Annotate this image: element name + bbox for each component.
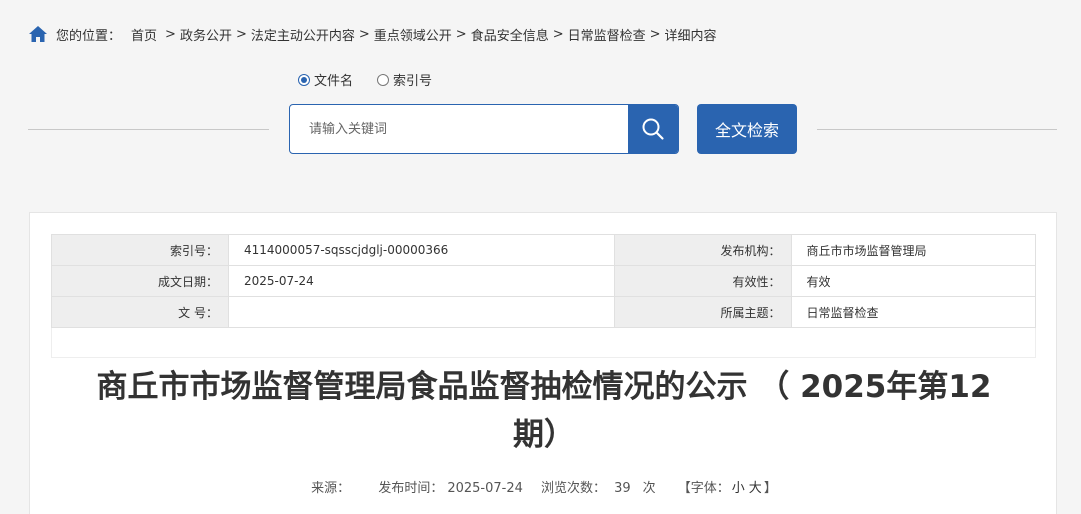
article-title: 商丘市市场监督管理局食品监督抽检情况的公示 （ 2025年第12期） (96, 369, 992, 453)
index-number-value: 4114000057-sqsscjdglj-00000366 (228, 234, 615, 266)
radio-index-number[interactable]: 索引号 (377, 70, 432, 89)
table-row: 成文日期： 2025-07-24 有效性： 有效 (51, 265, 1037, 297)
search-type-options: 文件名 索引号 (298, 70, 456, 89)
topic-label: 所属主题： (613, 296, 792, 328)
radio-label-index-number: 索引号 (393, 74, 433, 89)
font-size-label: 【字体： (677, 481, 730, 496)
metadata-spacer (51, 328, 1036, 358)
home-icon (29, 26, 47, 42)
validity-value: 有效 (790, 265, 1037, 297)
doc-number-value (228, 296, 615, 328)
radio-button-index-number[interactable] (377, 73, 390, 86)
breadcrumb-item-statutory[interactable]: 法定主动公开内容 (251, 25, 355, 44)
table-row: 索引号： 4114000057-sqsscjdglj-00000366 发布机构… (51, 234, 1037, 266)
breadcrumb: 您的位置： 首页 > 政务公开 > 法定主动公开内容 > 重点领域公开 > 食品… (28, 24, 717, 44)
radio-filename[interactable]: 文件名 (298, 70, 353, 89)
radio-label-filename: 文件名 (314, 74, 354, 89)
search-button[interactable] (628, 105, 678, 153)
index-number-label: 索引号： (51, 234, 229, 266)
font-size-control: 【字体：小大】 (678, 481, 777, 496)
breadcrumb-item-gov-affairs[interactable]: 政务公开 (180, 25, 232, 44)
publisher-label: 发布机构： (613, 234, 792, 266)
table-row: 文 号： 所属主题： 日常监督检查 (51, 296, 1037, 328)
publisher-value: 商丘市市场监督管理局 (790, 234, 1037, 266)
breadcrumb-item-current: 详细内容 (664, 28, 717, 44)
breadcrumb-label: 您的位置： (56, 28, 122, 44)
font-small-button[interactable]: 小 (732, 481, 745, 496)
source-label: 来源： (311, 481, 351, 496)
views-label: 浏览次数： (541, 481, 607, 496)
validity-label: 有效性： (613, 265, 792, 297)
publish-time-label: 发布时间： (378, 481, 444, 496)
date-value: 2025-07-24 (228, 265, 615, 297)
radio-button-filename[interactable] (298, 73, 310, 86)
breadcrumb-separator: > (455, 26, 467, 42)
doc-number-label: 文 号： (51, 296, 229, 328)
breadcrumb-item-food-safety[interactable]: 食品安全信息 (471, 25, 549, 44)
breadcrumb-item-home[interactable]: 首页 (131, 25, 157, 44)
font-large-button[interactable]: 大 (749, 481, 762, 496)
publish-time-value: 2025-07-24 (447, 481, 523, 496)
breadcrumb-separator: > (552, 26, 564, 42)
breadcrumb-separator: > (165, 26, 176, 42)
breadcrumb-item-key-areas[interactable]: 重点领域公开 (374, 25, 452, 44)
search-box (289, 104, 679, 154)
views-value: 39 (614, 481, 631, 496)
article-info: 来源： 发布时间： 2025-07-24 浏览次数： 39 次 【字体：小大】 (30, 477, 1058, 496)
breadcrumb-item-daily-inspection[interactable]: 日常监督检查 (568, 25, 646, 44)
breadcrumb-separator: > (358, 26, 370, 42)
date-label: 成文日期： (51, 265, 229, 297)
divider-left (28, 129, 269, 130)
search-input[interactable] (290, 105, 628, 153)
breadcrumb-separator: > (649, 26, 661, 42)
search-icon (642, 118, 664, 140)
divider-right (817, 129, 1057, 130)
topic-value: 日常监督检查 (790, 296, 1037, 328)
views-unit: 次 (642, 481, 656, 496)
font-size-close: 】 (763, 481, 777, 496)
metadata-table: 索引号： 4114000057-sqsscjdglj-00000366 发布机构… (51, 234, 1037, 328)
article-card: 索引号： 4114000057-sqsscjdglj-00000366 发布机构… (29, 212, 1057, 514)
breadcrumb-separator: > (235, 26, 247, 42)
fulltext-search-button[interactable]: 全文检索 (697, 104, 797, 154)
